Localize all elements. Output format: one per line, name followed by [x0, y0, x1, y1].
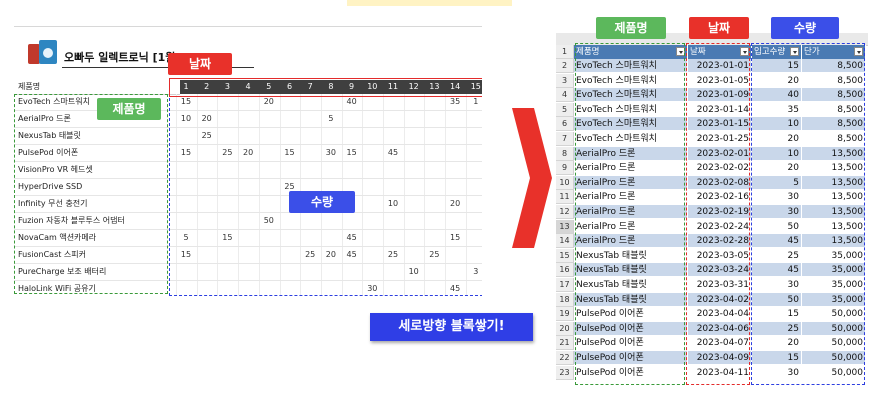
left-sheet-title: 오빠두 일렉트로닉 [1월] — [64, 51, 181, 64]
row-number-16[interactable]: 16 — [556, 263, 574, 278]
date-tag-left: 날짜 — [168, 53, 232, 75]
row-number-14[interactable]: 14 — [556, 234, 574, 249]
row-number-19[interactable]: 19 — [556, 307, 574, 322]
quantity-tag-left: 수량 — [289, 191, 355, 213]
row-number-23[interactable]: 23 — [556, 365, 574, 380]
name-column-header: 제품명 — [18, 82, 41, 91]
row-number-10[interactable]: 10 — [556, 175, 574, 190]
row-number-17[interactable]: 17 — [556, 278, 574, 292]
row-number-11[interactable]: 11 — [556, 190, 574, 205]
row-number-4[interactable]: 4 — [556, 88, 574, 103]
date-column-highlight — [686, 43, 750, 385]
row-number-6[interactable]: 6 — [556, 117, 574, 132]
row-number-18[interactable]: 18 — [556, 292, 574, 307]
quantity-area-highlight — [169, 78, 482, 296]
date-header-highlight — [169, 78, 482, 97]
date-tag-right: 날짜 — [689, 17, 749, 39]
row-number-2[interactable]: 2 — [556, 59, 574, 73]
row-number-12[interactable]: 12 — [556, 205, 574, 219]
row-number-13[interactable]: 13 — [556, 219, 574, 234]
row-number-21[interactable]: 21 — [556, 336, 574, 351]
product-name-tag-left: 제품명 — [97, 98, 161, 120]
row-number-5[interactable]: 5 — [556, 102, 574, 117]
quantity-column-highlight — [751, 43, 865, 385]
sheet-border — [14, 26, 482, 27]
row-number-1[interactable]: 1 — [556, 45, 574, 59]
product-logo-icon — [28, 40, 58, 64]
right-arrow-icon — [512, 108, 552, 248]
row-number-9[interactable]: 9 — [556, 161, 574, 176]
quantity-tag-right: 수량 — [771, 17, 839, 39]
row-number-20[interactable]: 20 — [556, 321, 574, 336]
row-number-7[interactable]: 7 — [556, 132, 574, 146]
stack-vertically-banner: 세로방향 블록쌓기! — [370, 313, 533, 341]
row-number-3[interactable]: 3 — [556, 73, 574, 88]
top-highlight — [347, 0, 512, 6]
product-name-highlight — [14, 94, 168, 294]
product-column-highlight — [575, 43, 685, 385]
row-number-15[interactable]: 15 — [556, 248, 574, 263]
product-name-tag-right: 제품명 — [596, 17, 666, 39]
left-spreadsheet: 오빠두 일렉트로닉 [1월] 제품명 1 2 3 4 5 6 7 8 9 10 11 12 13 14 15… — [14, 26, 482, 296]
row-number-22[interactable]: 22 — [556, 351, 574, 365]
row-number-8[interactable]: 8 — [556, 146, 574, 161]
